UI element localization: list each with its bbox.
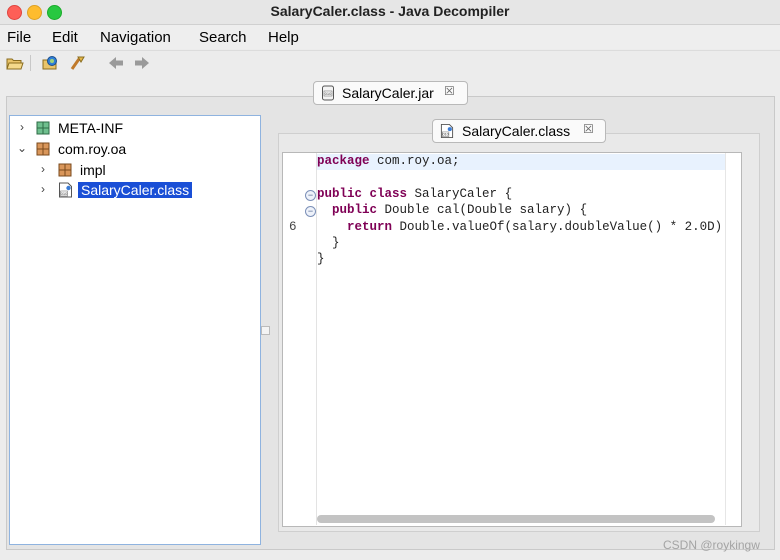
package-icon [36, 142, 50, 156]
fold-toggle-icon[interactable]: − [305, 206, 316, 217]
open-file-icon[interactable] [6, 55, 24, 71]
watermark: CSDN @roykingw [663, 538, 760, 552]
tree-item-label: impl [80, 162, 106, 178]
tree-item-salarycaler-class[interactable]: › 010 SalaryCaler.class [10, 181, 250, 201]
title-bar: SalaryCaler.class - Java Decompiler [0, 0, 780, 25]
package-icon [58, 163, 72, 177]
code-text: Double.valueOf(salary.doubleValue() * 2.… [392, 220, 723, 234]
menu-edit[interactable]: Edit [52, 29, 78, 46]
code-keyword: public [332, 203, 378, 217]
toolbar-separator [30, 55, 31, 71]
code-line: public class SalaryCaler { [317, 187, 512, 203]
back-arrow-icon[interactable] [107, 55, 125, 71]
code-editor[interactable]: package com.roy.oa; − public class Salar… [282, 152, 742, 527]
code-keyword: public [317, 187, 363, 201]
menu-file[interactable]: File [7, 29, 31, 46]
code-text: SalaryCaler { [407, 187, 513, 201]
code-keyword: return [347, 220, 393, 234]
search-icon[interactable] [69, 55, 87, 71]
tab-class-label: SalaryCaler.class [462, 123, 571, 139]
class-file-icon: 010 [59, 182, 72, 198]
tree-item-label: SalaryCaler.class [78, 182, 193, 198]
menu-search[interactable]: Search [199, 29, 247, 46]
code-line: return Double.valueOf(salary.doubleValue… [317, 220, 722, 236]
tab-jar-label: SalaryCaler.jar [342, 85, 434, 101]
tree-item-label: META-INF [58, 120, 124, 136]
code-text: Double cal(Double salary) { [377, 203, 588, 217]
package-tree: › META-INF ⌄ com.roy.oa › impl › 010 Sal… [9, 115, 261, 545]
print-margin [725, 153, 726, 525]
class-file-icon: 010 [440, 124, 454, 138]
splitter-handle[interactable] [261, 326, 270, 335]
open-type-icon[interactable] [42, 55, 60, 71]
chevron-down-icon[interactable]: ⌄ [16, 141, 28, 155]
window-title: SalaryCaler.class - Java Decompiler [270, 3, 510, 19]
package-icon [36, 121, 50, 135]
menu-help[interactable]: Help [268, 29, 299, 46]
code-keyword: class [369, 187, 408, 201]
code-keyword: package [317, 154, 370, 168]
svg-text:010: 010 [325, 91, 332, 96]
code-line: } [317, 252, 325, 268]
chevron-right-icon[interactable]: › [37, 162, 49, 176]
chevron-right-icon[interactable]: › [16, 120, 28, 134]
tree-item-meta-inf[interactable]: › META-INF [10, 119, 250, 139]
horizontal-scrollbar[interactable] [317, 515, 715, 523]
code-text: com.roy.oa; [369, 154, 460, 168]
tree-item-label: com.roy.oa [58, 141, 127, 157]
forward-arrow-icon[interactable] [133, 55, 151, 71]
tree-item-com-roy-oa[interactable]: ⌄ com.roy.oa [10, 140, 250, 160]
tab-jar[interactable]: 010 SalaryCaler.jar ☒ [313, 81, 468, 105]
code-line: package com.roy.oa; [317, 154, 725, 170]
code-line: public Double cal(Double salary) { [317, 203, 587, 219]
tree-item-impl[interactable]: › impl [10, 161, 250, 181]
line-number: 6 [289, 220, 297, 234]
jar-file-icon: 010 [322, 85, 334, 101]
svg-text:010: 010 [61, 191, 68, 196]
toolbar [0, 50, 780, 76]
code-text: } [332, 236, 340, 250]
code-text: } [317, 252, 325, 266]
chevron-right-icon[interactable]: › [37, 182, 49, 196]
tab-class[interactable]: 010 SalaryCaler.class ☒ [432, 119, 606, 143]
svg-text:010: 010 [442, 133, 448, 137]
fold-toggle-icon[interactable]: − [305, 190, 316, 201]
close-icon[interactable]: ☒ [444, 84, 455, 98]
code-line: } [317, 236, 340, 252]
close-icon[interactable]: ☒ [583, 122, 594, 136]
menu-navigation[interactable]: Navigation [100, 29, 171, 46]
menu-bar: File Edit Navigation Search Help [0, 25, 780, 49]
